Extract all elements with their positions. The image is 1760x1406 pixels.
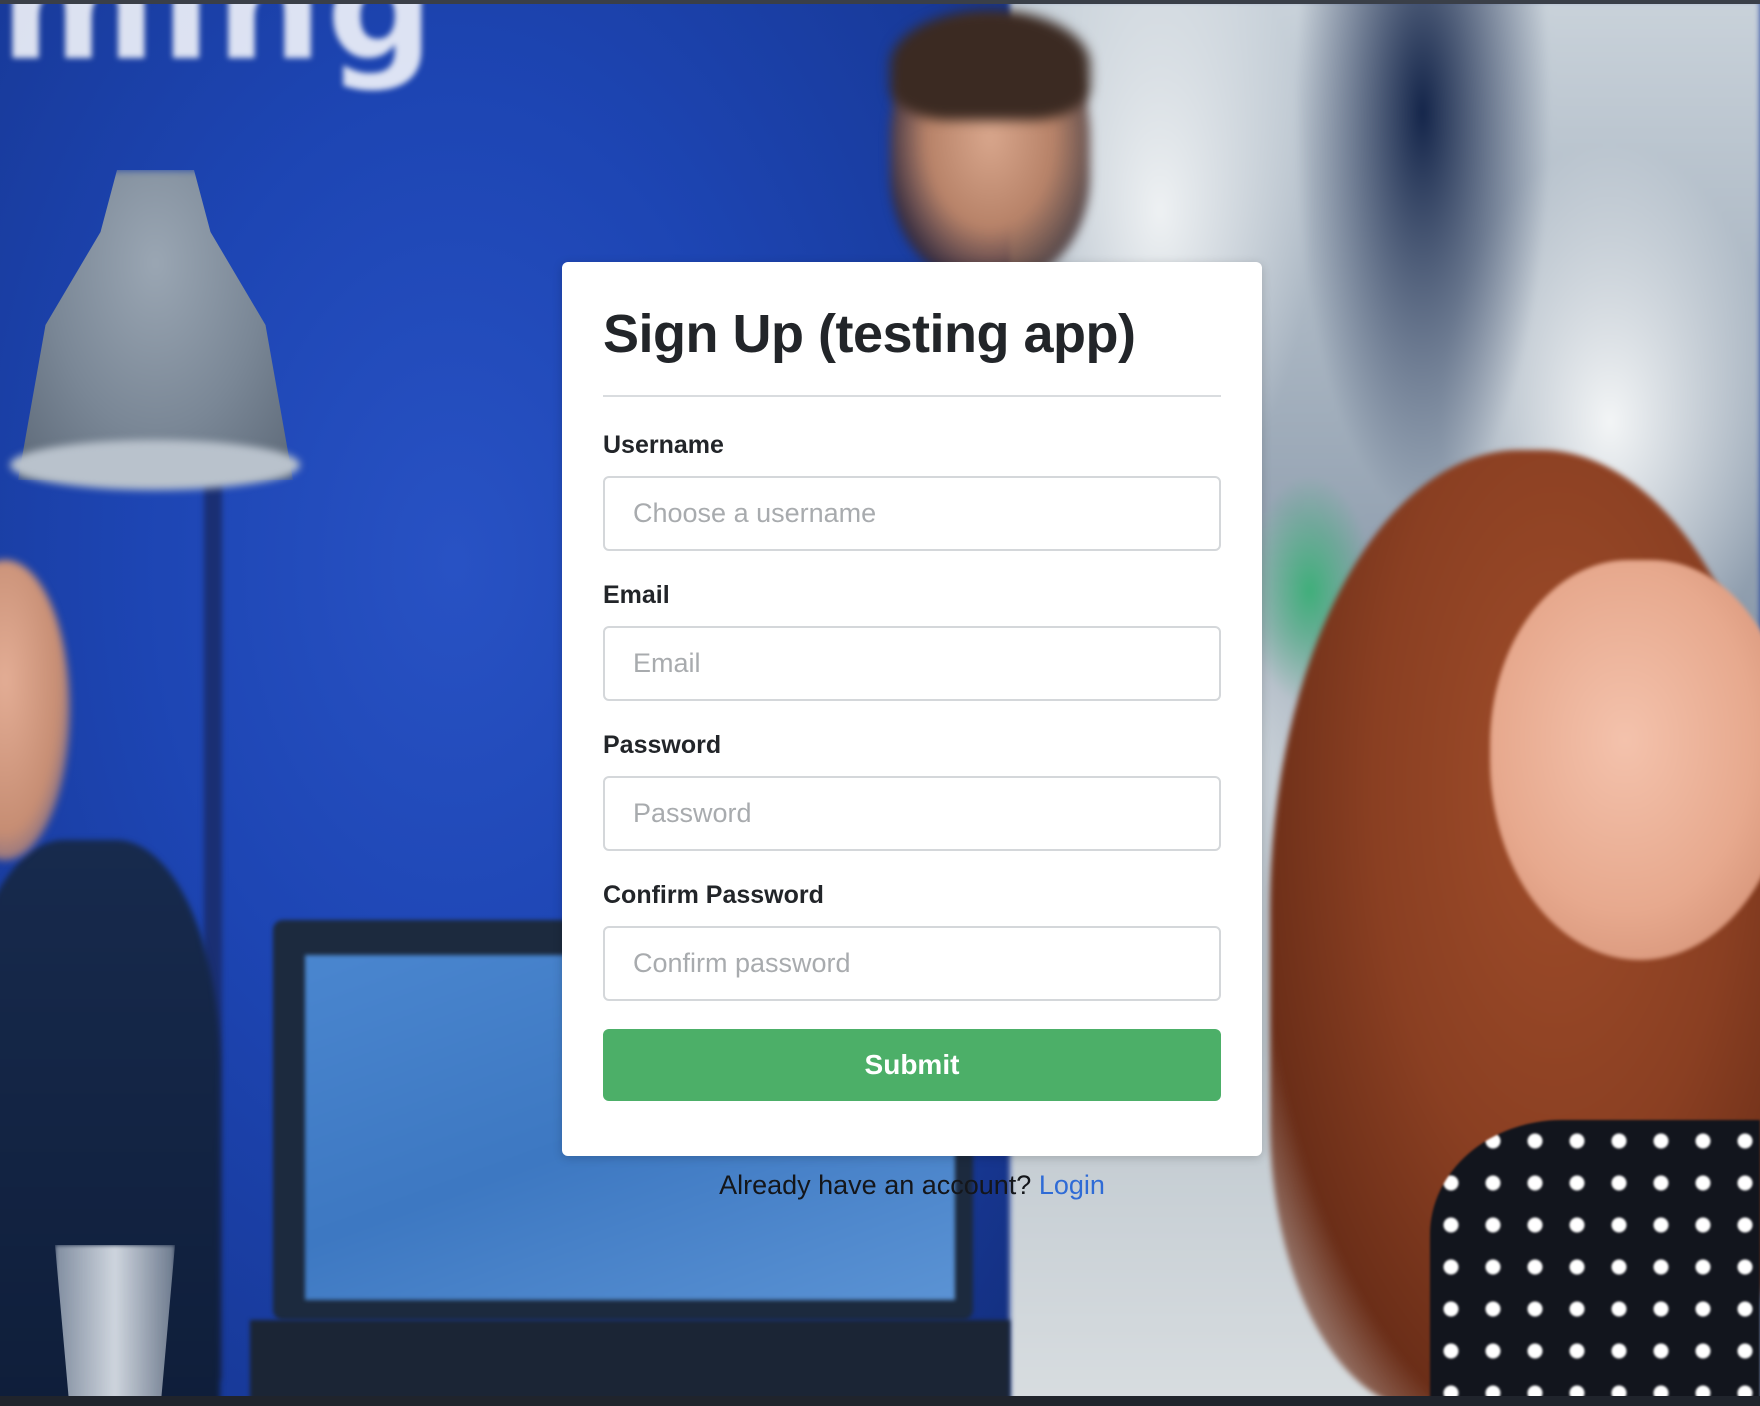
title-divider — [603, 394, 1221, 397]
background-lamp-rim — [10, 440, 300, 490]
password-field-group: Password — [603, 731, 1221, 851]
login-link[interactable]: Login — [1039, 1170, 1105, 1200]
page-viewport: ming Sign Up (testing app) Username Emai… — [0, 0, 1760, 1406]
background-laptop-base — [250, 1320, 1010, 1406]
login-prompt-text: Already have an account? — [719, 1170, 1032, 1200]
signup-card: Sign Up (testing app) Username Email Pas… — [562, 262, 1262, 1156]
window-bottom-edge — [0, 1396, 1760, 1406]
login-prompt: Already have an account? Login — [562, 1170, 1262, 1201]
username-field-group: Username — [603, 431, 1221, 551]
background-person-top-hair — [890, 10, 1090, 120]
background-wall-sign: ming — [0, 0, 438, 94]
submit-button[interactable]: Submit — [603, 1028, 1221, 1101]
confirm-password-field-group: Confirm Password — [603, 881, 1221, 1001]
email-input[interactable] — [603, 625, 1221, 701]
confirm-password-input[interactable] — [603, 925, 1221, 1001]
window-top-edge — [0, 0, 1760, 4]
email-field-group: Email — [603, 581, 1221, 701]
background-woman-polka-dot-top — [1430, 1120, 1760, 1406]
password-label: Password — [603, 730, 722, 759]
password-input[interactable] — [603, 775, 1221, 851]
background-plastic-cup — [55, 1245, 175, 1406]
username-label: Username — [603, 430, 724, 459]
page-title: Sign Up (testing app) — [603, 304, 1136, 364]
username-input[interactable] — [603, 475, 1221, 551]
confirm-password-label: Confirm Password — [603, 880, 824, 909]
email-label: Email — [603, 580, 670, 609]
